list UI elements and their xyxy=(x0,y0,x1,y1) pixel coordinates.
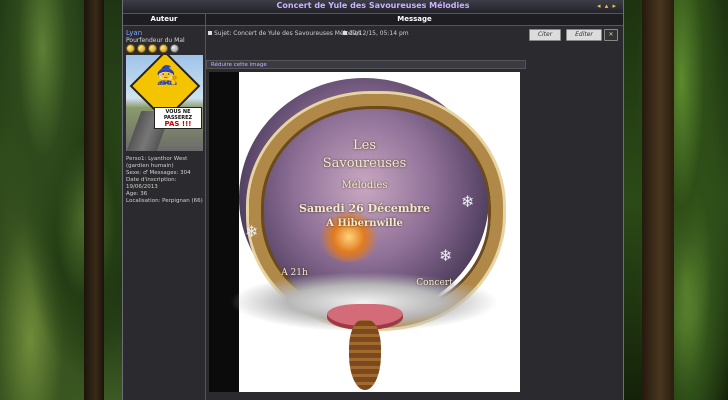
avatar: 🧙 VOUS NE PASSEREZ PAS !!! xyxy=(126,55,203,151)
profile-line: Sexe: ♂ Messages: 304 xyxy=(126,170,191,176)
concert-poster-image: ❄ ❄ ❄ Les Savoureuses Mélodies Samedi 26… xyxy=(209,72,520,392)
profile-line: (gardien humain) xyxy=(126,163,174,169)
post-date-text: 22/12/15, 05:14 pm xyxy=(349,30,409,37)
resize-image-link[interactable]: Réduire cette image xyxy=(206,60,526,69)
poster-line-6: A 21h xyxy=(281,268,308,278)
wizard-silhouette-icon: 🧙 xyxy=(156,65,179,86)
edit-button[interactable]: Editer xyxy=(566,29,602,41)
rank-star-icon xyxy=(126,44,135,53)
avatar-sign-line3: PAS !!! xyxy=(164,120,192,128)
snowflake-icon: ❄ xyxy=(439,246,453,265)
forest-background-left xyxy=(0,0,122,400)
rank-star-icon xyxy=(137,44,146,53)
column-header-author: Auteur xyxy=(123,14,206,26)
poster-line-7: Concert xyxy=(416,278,453,288)
avatar-sign-text: VOUS NE PASSEREZ PAS !!! xyxy=(154,107,202,129)
post-date: 22/12/15, 05:14 pm xyxy=(343,30,409,37)
author-profile-info: Perso1: Lyanthor West (gardien humain) S… xyxy=(126,156,204,205)
profile-line: Date d'inscription: 19/06/2013 xyxy=(126,177,177,190)
author-rank: Pourfendeur du Mal xyxy=(126,37,185,44)
poster-line-3: Mélodies xyxy=(341,180,388,191)
forest-background-right xyxy=(624,0,728,400)
rank-star-icon xyxy=(148,44,157,53)
quote-button[interactable]: Citer xyxy=(529,29,561,41)
topic-nav-arrows[interactable]: ◂ ▴ ▸ xyxy=(597,2,617,10)
author-username[interactable]: Lyan xyxy=(126,29,142,37)
rank-star-empty-icon xyxy=(170,44,179,53)
poster-line-1: Les xyxy=(353,138,376,153)
poster-line-2: Savoureuses xyxy=(322,156,407,171)
profile-line: Localisation: Perpignan (66) xyxy=(126,198,203,204)
topic-title: Concert de Yule des Savoureuses Mélodies xyxy=(276,1,470,10)
profile-line: Age: 36 xyxy=(126,191,148,197)
post-subject-text: Sujet: Concert de Yule des Savoureuses M… xyxy=(214,30,362,37)
forum-post-frame: Concert de Yule des Savoureuses Mélodies… xyxy=(122,0,624,400)
post-icon xyxy=(208,31,212,35)
clock-icon xyxy=(343,31,347,35)
message-column: Sujet: Concert de Yule des Savoureuses M… xyxy=(206,26,623,400)
poster-line-4: Samedi 26 Décembre xyxy=(299,202,430,215)
post-subject: Sujet: Concert de Yule des Savoureuses M… xyxy=(208,30,361,37)
profile-line: Perso1: Lyanthor West xyxy=(126,156,188,162)
poster-pinecone xyxy=(349,320,381,390)
author-column: Lyan Pourfendeur du Mal 🧙 VOUS NE PASSER… xyxy=(123,26,206,400)
rank-stars xyxy=(126,44,179,53)
rank-star-icon xyxy=(159,44,168,53)
poster-line-5: A Hibernwille xyxy=(326,218,403,229)
delete-button[interactable]: ✕ xyxy=(604,29,618,41)
poster-shadow xyxy=(209,72,239,392)
column-header-message: Message xyxy=(206,14,623,26)
topic-title-bar: Concert de Yule des Savoureuses Mélodies… xyxy=(123,0,623,14)
